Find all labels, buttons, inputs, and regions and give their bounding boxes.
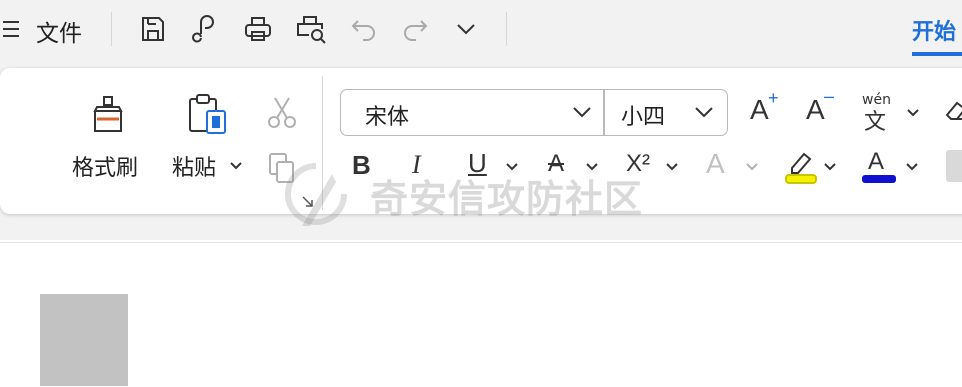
tab-home[interactable]: 开始 (912, 14, 956, 46)
font-size-input[interactable]: 小四 (621, 99, 665, 131)
grow-font-button[interactable]: A + (750, 88, 779, 126)
format-painter-icon[interactable] (86, 92, 130, 138)
share-icon[interactable] (189, 12, 223, 46)
active-tab-indicator (912, 52, 962, 56)
format-painter-label[interactable]: 格式刷 (72, 150, 138, 182)
font-name-input[interactable]: 宋体 (365, 99, 409, 131)
grow-font-label: A (750, 94, 769, 125)
highlight-dropdown-icon[interactable] (822, 160, 838, 174)
plus-icon: + (768, 88, 779, 108)
font-color-swatch (862, 175, 896, 183)
shrink-font-label: A (806, 94, 825, 125)
save-icon[interactable] (136, 12, 170, 46)
shrink-font-button[interactable]: A – (806, 86, 834, 126)
superscript-dropdown-icon[interactable] (664, 160, 680, 174)
print-preview-icon[interactable] (294, 12, 328, 46)
paste-icon[interactable] (184, 90, 232, 138)
highlight-icon[interactable] (784, 148, 818, 184)
char-shading-button[interactable] (946, 150, 962, 182)
phonetic-char: 文 (864, 110, 887, 135)
paste-dropdown-icon[interactable] (228, 156, 244, 176)
combo-divider (603, 90, 605, 135)
watermark-logo-icon (282, 160, 352, 234)
document-image-placeholder[interactable] (40, 294, 128, 386)
text-effect-button[interactable]: A (706, 148, 725, 180)
redo-icon[interactable] (398, 12, 432, 46)
menu-icon[interactable] (0, 14, 22, 44)
text-effect-dropdown-icon[interactable] (744, 160, 760, 174)
document-canvas[interactable] (0, 242, 962, 387)
minus-icon: – (824, 86, 835, 106)
bold-button[interactable]: B (352, 150, 371, 181)
toolbar-divider (111, 12, 112, 46)
watermark-text: 奇安信攻防社区 (370, 177, 644, 221)
quick-access-toolbar: 文件 开始 (0, 0, 962, 60)
print-icon[interactable] (241, 12, 275, 46)
font-color-dropdown-icon[interactable] (904, 160, 920, 174)
font-size-dropdown-icon[interactable] (693, 104, 715, 120)
more-chevron-icon[interactable] (450, 14, 482, 44)
paste-label[interactable]: 粘贴 (172, 150, 216, 182)
cut-icon[interactable] (264, 92, 300, 132)
toolbar-divider (506, 12, 507, 46)
font-name-dropdown-icon[interactable] (571, 104, 593, 120)
clear-formatting-icon[interactable] (942, 96, 962, 126)
file-menu[interactable]: 文件 (36, 14, 82, 48)
font-color-button[interactable]: A (868, 148, 884, 176)
font-combo: 宋体 小四 (340, 89, 728, 136)
undo-icon[interactable] (347, 12, 381, 46)
